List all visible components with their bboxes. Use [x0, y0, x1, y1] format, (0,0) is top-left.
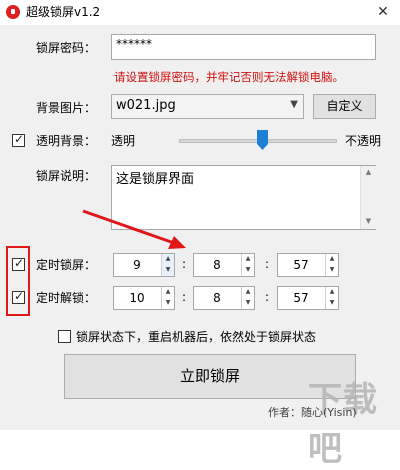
close-button[interactable]: ✕ [366, 0, 400, 25]
app-lock-icon [6, 5, 20, 19]
time-separator: : [265, 257, 270, 271]
reboot-lock-checkbox[interactable] [58, 330, 71, 343]
lock-second-stepper[interactable]: 57 ▲ ▼ [277, 253, 339, 277]
background-label: 背景图片： [36, 101, 97, 115]
spin-up-icon[interactable]: ▲ [162, 254, 174, 264]
spin-down-icon[interactable]: ▼ [242, 265, 254, 275]
description-textarea[interactable]: 这是锁屏界面 [111, 165, 376, 230]
scroll-up-icon[interactable]: ▲ [361, 168, 376, 176]
lock-minute-value: 8 [213, 258, 221, 272]
watermark-logo: 下载吧 [308, 380, 378, 469]
spin-down-icon[interactable]: ▼ [162, 298, 174, 308]
time-separator: : [182, 257, 187, 271]
background-select[interactable]: w021.jpg ▼ [111, 94, 304, 119]
unlock-second-value: 57 [293, 291, 309, 305]
spin-up-icon[interactable]: ▲ [326, 287, 338, 297]
slider-min-label: 透明 [111, 134, 136, 148]
unlock-minute-value: 8 [213, 291, 221, 305]
spin-down-icon[interactable]: ▼ [326, 265, 338, 275]
description-scrollbar[interactable]: ▲ ▼ [360, 166, 376, 229]
spin-up-icon[interactable]: ▲ [242, 287, 254, 297]
lock-second-value: 57 [293, 258, 309, 272]
reboot-lock-label: 锁屏状态下，重启机器后，依然处于锁屏状态 [76, 330, 317, 344]
window-title: 超级锁屏v1.2 [26, 5, 101, 19]
transparent-label: 透明背景： [36, 134, 97, 148]
lock-minute-stepper[interactable]: 8 ▲ ▼ [193, 253, 255, 277]
custom-background-button[interactable]: 自定义 [313, 94, 376, 119]
slider-max-label: 不透明 [345, 134, 382, 148]
transparent-checkbox[interactable] [12, 132, 25, 147]
chevron-down-icon: ▼ [290, 99, 298, 110]
lock-hour-stepper[interactable]: 9 ▲ ▼ [113, 253, 175, 277]
unlock-hour-value: 10 [129, 291, 145, 305]
unlock-hour-stepper[interactable]: 10 ▲ ▼ [113, 286, 175, 310]
spin-up-icon[interactable]: ▲ [242, 254, 254, 264]
annotation-arrow-anchor [200, 205, 201, 206]
spin-down-icon[interactable]: ▼ [162, 265, 174, 275]
unlock-second-stepper[interactable]: 57 ▲ ▼ [277, 286, 339, 310]
spin-down-icon[interactable]: ▼ [242, 298, 254, 308]
title-bar: 超级锁屏v1.2 ✕ [0, 0, 400, 25]
annotation-highlight-box [6, 246, 30, 316]
description-label: 锁屏说明： [36, 169, 97, 183]
spin-up-icon[interactable]: ▲ [162, 287, 174, 297]
lock-hour-value: 9 [133, 258, 141, 272]
scroll-down-icon[interactable]: ▼ [361, 217, 376, 225]
password-field[interactable]: ****** [111, 34, 376, 60]
background-select-value: w021.jpg [116, 98, 176, 113]
spin-up-icon[interactable]: ▲ [326, 254, 338, 264]
time-separator: : [265, 290, 270, 304]
unlock-minute-stepper[interactable]: 8 ▲ ▼ [193, 286, 255, 310]
lock-timer-label: 定时锁屏： [36, 258, 97, 272]
unlock-timer-label: 定时解锁： [36, 291, 97, 305]
description-value: 这是锁屏界面 [116, 172, 195, 187]
password-warning: 请设置锁屏密码，并牢记否则无法解锁电脑。 [114, 70, 344, 84]
spin-down-icon[interactable]: ▼ [326, 298, 338, 308]
time-separator: : [182, 290, 187, 304]
author-credit: 作者：随心(Yisin) [268, 406, 357, 419]
password-value: ****** [116, 37, 152, 51]
password-label: 锁屏密码： [36, 41, 97, 55]
